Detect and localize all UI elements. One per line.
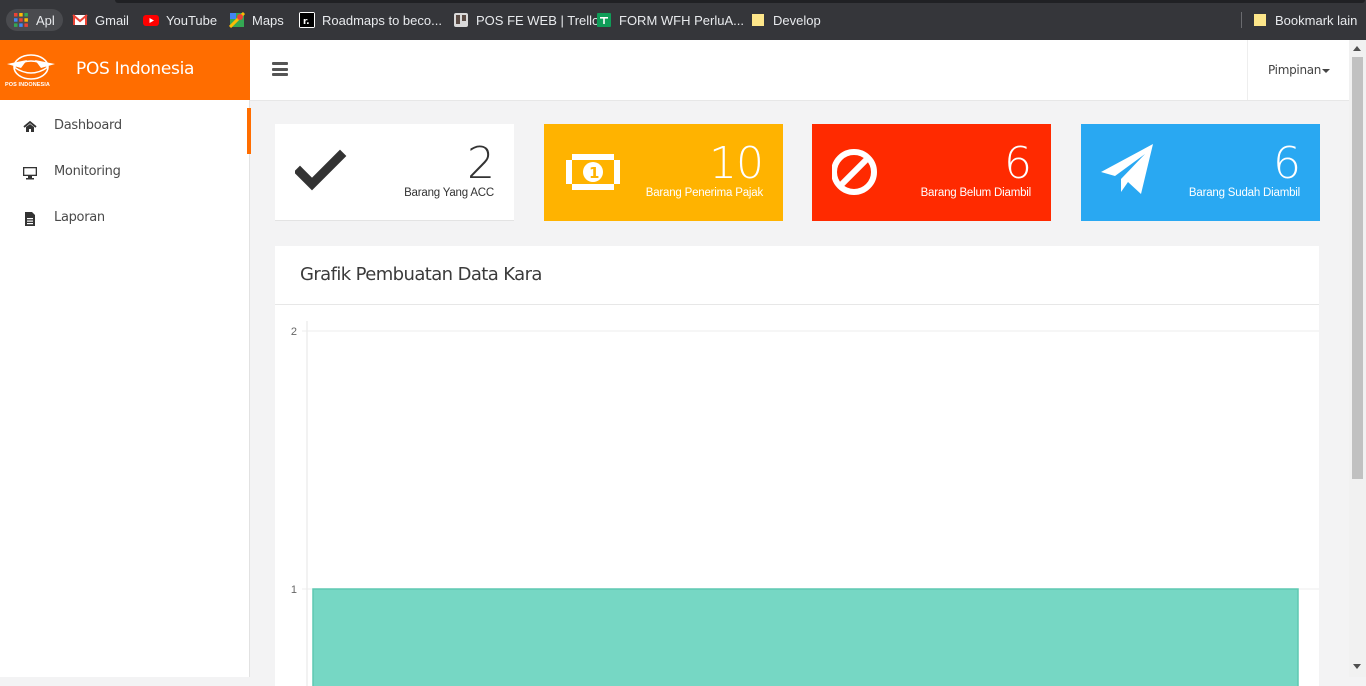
check-icon <box>293 142 355 202</box>
bookmark-form-wfh[interactable]: FORM WFH PerluA... <box>596 9 744 31</box>
bookmark-develop-folder[interactable]: Develop <box>750 9 821 31</box>
stat-card-pajak[interactable]: 1 10 Barang Penerima Pajak <box>544 124 783 221</box>
bookmark-other-label: Bookmark lain <box>1275 12 1358 28</box>
home-icon <box>22 119 38 135</box>
user-dropdown-label: Pimpinan <box>1268 63 1322 77</box>
chart-panel-header: Grafik Pembuatan Data Kara <box>275 246 1319 305</box>
chart-panel: Grafik Pembuatan Data Kara 21 <box>275 246 1319 686</box>
app-root: POS INDONESIA POS Indonesia Dashboard Mo… <box>0 40 1366 686</box>
paper-plane-icon <box>1101 142 1161 202</box>
apps-grid-icon <box>13 12 29 28</box>
user-dropdown[interactable]: Pimpinan <box>1247 40 1350 100</box>
bookmark-roadmaps[interactable]: r. Roadmaps to beco... <box>299 9 442 31</box>
trello-icon <box>453 12 469 28</box>
bookmark-youtube[interactable]: YouTube <box>143 9 217 31</box>
sidebar-item-monitoring[interactable]: Monitoring <box>0 150 250 196</box>
bookmark-label: Roadmaps to beco... <box>322 12 442 28</box>
chart-panel-title: Grafik Pembuatan Data Kara <box>300 264 542 285</box>
sidebar-item-label: Laporan <box>54 210 105 225</box>
stat-value: 2 <box>467 138 495 189</box>
sidebar-item-label: Monitoring <box>54 164 121 179</box>
bookmark-gmail[interactable]: Gmail <box>72 9 129 31</box>
bookmarks-bar: Apl Gmail YouTube Maps r. Roadmaps to be… <box>0 0 1366 40</box>
sidebar-item-dashboard[interactable]: Dashboard <box>0 104 251 154</box>
sidebar-item-label: Dashboard <box>54 118 122 133</box>
youtube-icon <box>143 12 159 28</box>
bookmark-label: Maps <box>252 12 284 28</box>
gmail-icon <box>72 12 88 28</box>
scrollbar-thumb[interactable] <box>1352 57 1363 479</box>
y-tick-label: 2 <box>291 326 297 338</box>
bookmark-apps-label: Apl <box>36 12 55 28</box>
chart-bar <box>312 588 1299 686</box>
folder-icon <box>750 12 766 28</box>
bookmark-separator <box>1241 12 1242 28</box>
money-icon: 1 <box>564 142 624 202</box>
stat-value: 6 <box>1273 138 1301 189</box>
stat-card-sudah-diambil[interactable]: 6 Barang Sudah Diambil <box>1081 124 1320 221</box>
bookmark-label: Gmail <box>95 12 129 28</box>
svg-text:r.: r. <box>303 17 310 27</box>
active-indicator <box>247 108 251 154</box>
bookmark-other[interactable]: Bookmark lain <box>1252 9 1357 31</box>
stat-value: 10 <box>709 138 764 189</box>
stat-label: Barang Yang ACC <box>404 187 494 199</box>
stat-label: Barang Belum Diambil <box>920 187 1032 199</box>
bookmark-apps[interactable]: Apl <box>6 9 63 31</box>
bookmark-trello[interactable]: POS FE WEB | Trello <box>453 9 599 31</box>
vertical-scrollbar[interactable] <box>1349 40 1366 677</box>
scroll-down-icon[interactable] <box>1353 664 1361 669</box>
sidebar: Dashboard Monitoring Laporan <box>0 100 251 677</box>
caret-down-icon <box>1322 69 1330 73</box>
bookmark-label: YouTube <box>166 12 218 28</box>
bar-chart: 21 <box>291 321 1319 686</box>
menu-toggle-icon[interactable] <box>272 62 288 76</box>
monitor-icon <box>22 165 38 181</box>
brand-header[interactable]: POS INDONESIA POS Indonesia <box>0 40 250 100</box>
y-tick-label: 1 <box>291 584 297 596</box>
tab-strip-edge <box>115 0 1365 3</box>
sheets-icon <box>596 12 612 28</box>
pos-logo-text: POS INDONESIA <box>5 82 51 88</box>
stat-card-belum-diambil[interactable]: 6 Barang Belum Diambil <box>812 124 1051 221</box>
bookmark-label: FORM WFH PerluA... <box>619 12 744 28</box>
stat-card-acc[interactable]: 2 Barang Yang ACC <box>275 124 514 221</box>
folder-icon <box>1252 12 1268 28</box>
bookmark-label: POS FE WEB | Trello <box>476 12 600 28</box>
stat-value: 6 <box>1004 138 1032 189</box>
bookmark-maps[interactable]: Maps <box>228 9 284 31</box>
scroll-up-icon[interactable] <box>1353 46 1361 51</box>
sidebar-item-laporan[interactable]: Laporan <box>0 196 250 242</box>
stat-label: Barang Sudah Diambil <box>1188 187 1300 199</box>
ban-icon <box>831 142 892 202</box>
stat-label: Barang Penerima Pajak <box>645 187 763 199</box>
pos-logo: POS INDONESIA <box>5 50 57 90</box>
roadmap-icon: r. <box>299 12 315 28</box>
bookmark-label: Develop <box>773 12 821 28</box>
document-icon <box>22 211 38 227</box>
brand-title: POS Indonesia <box>76 59 195 79</box>
svg-text:1: 1 <box>589 164 599 182</box>
top-navbar: Pimpinan <box>250 40 1350 101</box>
maps-icon <box>228 11 246 29</box>
